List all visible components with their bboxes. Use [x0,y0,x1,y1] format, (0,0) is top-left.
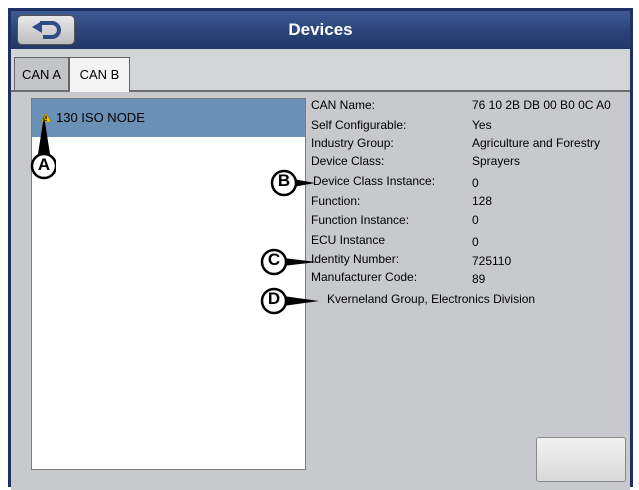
callout-a: A [28,114,58,184]
callout-d: D [259,286,325,316]
device-class-instance-label: Device Class Instance: [313,174,436,188]
ecu-instance-value: 0 [472,235,479,249]
manufacturer-code-label: Manufacturer Code: [311,270,418,284]
tab-strip: CAN A CAN B [11,49,630,92]
callout-d-letter: D [267,289,281,308]
page-title: Devices [288,20,353,39]
self-configurable-label: Self Configurable: [311,118,407,132]
tab-can-a[interactable]: CAN A [14,57,69,90]
identity-number-value: 725110 [472,254,512,268]
callout-b-letter: B [277,171,291,190]
industry-group-label: Industry Group: [311,136,394,150]
ecu-instance-label: ECU Instance [311,233,386,247]
function-value: 128 [472,194,493,208]
self-configurable-value: Yes [472,118,492,132]
device-class-instance-value: 0 [472,176,479,190]
can-name-value: 76 10 2B DB 00 B0 0C A0 [472,98,611,112]
device-class-value: Sprayers [472,154,521,168]
tab-can-b[interactable]: CAN B [69,57,130,92]
callout-c: C [259,247,321,277]
device-class-label: Device Class: [311,154,385,168]
manufacturer-code-value: 89 [472,272,486,286]
list-item-device[interactable]: 130 ISO NODE [32,99,305,137]
title-bar: Devices [11,11,630,49]
action-button[interactable] [536,437,626,482]
function-instance-value: 0 [472,213,479,227]
industry-group-value: Agriculture and Forestry [472,136,601,150]
identity-number-label: Identity Number: [311,252,400,266]
devices-window: Devices CAN A CAN B 130 ISO NODE CAN Nam… [8,8,633,490]
function-instance-label: Function Instance: [311,213,410,227]
device-name: 130 ISO NODE [56,110,145,125]
manufacturer-name: Kverneland Group, Electronics Division [327,292,536,306]
callout-c-letter: C [267,250,281,269]
callout-b: B [269,168,321,198]
callout-a-letter: A [37,155,51,174]
device-list[interactable]: 130 ISO NODE [31,98,306,470]
can-name-label: CAN Name: [311,98,376,112]
